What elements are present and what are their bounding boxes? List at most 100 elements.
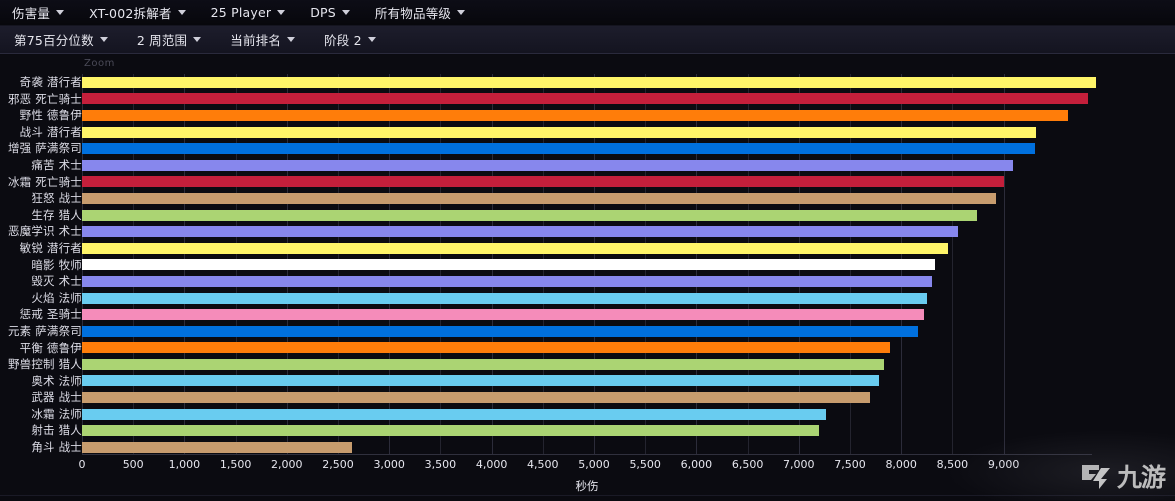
chevron-down-icon xyxy=(342,10,350,15)
bar[interactable] xyxy=(82,425,819,436)
filter-toolbar-secondary: 第75百分位数 2 周范围 当前排名 阶段 2 xyxy=(0,26,1175,54)
bar-row[interactable]: 元素 萨满祭司 xyxy=(0,323,1175,340)
x-axis-line xyxy=(82,454,1092,455)
bar[interactable] xyxy=(82,375,879,386)
x-axis-tick-label: 6,000 xyxy=(681,458,713,471)
bar-row[interactable]: 野兽控制 猎人 xyxy=(0,356,1175,373)
bar-container xyxy=(82,290,927,307)
bar-row[interactable]: 暗影 牧师 xyxy=(0,257,1175,274)
bar-container xyxy=(82,157,1013,174)
filter-secondary-item-1[interactable]: 2 周范围 xyxy=(131,28,210,51)
bar-container xyxy=(82,223,958,240)
bar-row-label: 敏锐 潜行者 xyxy=(0,240,82,257)
chevron-down-icon xyxy=(56,10,64,15)
bar[interactable] xyxy=(82,293,927,304)
bar[interactable] xyxy=(82,193,996,204)
bar[interactable] xyxy=(82,309,924,320)
bar-container xyxy=(82,406,826,423)
bar-row[interactable]: 冰霜 法师 xyxy=(0,406,1175,423)
bar[interactable] xyxy=(82,243,948,254)
bar-container xyxy=(82,389,870,406)
bar-container xyxy=(82,207,977,224)
bar[interactable] xyxy=(82,210,977,221)
bar-container xyxy=(82,174,1004,191)
x-axis-tick-label: 1,000 xyxy=(169,458,201,471)
filter-primary-item-label-3: DPS xyxy=(310,5,336,20)
bar-row[interactable]: 战斗 潜行者 xyxy=(0,124,1175,141)
bar[interactable] xyxy=(82,259,935,270)
bar[interactable] xyxy=(82,392,870,403)
bar[interactable] xyxy=(82,160,1013,171)
bar-container xyxy=(82,190,996,207)
filter-primary-item-3[interactable]: DPS xyxy=(304,3,359,22)
bar[interactable] xyxy=(82,93,1088,104)
bar[interactable] xyxy=(82,409,826,420)
bar[interactable] xyxy=(82,176,1004,187)
bar[interactable] xyxy=(82,326,918,337)
bar-row[interactable]: 痛苦 术士 xyxy=(0,157,1175,174)
bar-row[interactable]: 奥术 法师 xyxy=(0,373,1175,390)
bar-row-label: 射击 猎人 xyxy=(0,422,82,439)
filter-secondary-item-label-0: 第75百分位数 xyxy=(14,30,94,49)
bar-row[interactable]: 惩戒 圣骑士 xyxy=(0,306,1175,323)
bar-row[interactable]: 冰霜 死亡骑士 xyxy=(0,174,1175,191)
bar-row[interactable]: 邪恶 死亡骑士 xyxy=(0,91,1175,108)
bar-row[interactable]: 射击 猎人 xyxy=(0,422,1175,439)
filter-secondary-item-label-2: 当前排名 xyxy=(230,30,281,49)
x-axis-title: 秒伤 xyxy=(576,478,599,494)
bar[interactable] xyxy=(82,442,352,453)
bar-row-label: 火焰 法师 xyxy=(0,290,82,307)
filter-primary-item-4[interactable]: 所有物品等级 xyxy=(369,1,474,24)
bar-rows: 奇袭 潜行者邪恶 死亡骑士野性 德鲁伊战斗 潜行者增强 萨满祭司痛苦 术士冰霜 … xyxy=(0,74,1175,456)
bar[interactable] xyxy=(82,359,884,370)
bar-row[interactable]: 恶魔学识 术士 xyxy=(0,223,1175,240)
x-axis-tick-label: 8,500 xyxy=(937,458,969,471)
bar-container xyxy=(82,107,1068,124)
bar-row-label: 武器 战士 xyxy=(0,389,82,406)
bar[interactable] xyxy=(82,143,1035,154)
bar[interactable] xyxy=(82,342,890,353)
bar-row[interactable]: 敏锐 潜行者 xyxy=(0,240,1175,257)
x-axis-tick-label: 8,000 xyxy=(885,458,917,471)
bar-row-label: 暗影 牧师 xyxy=(0,257,82,274)
filter-secondary-item-2[interactable]: 当前排名 xyxy=(224,28,304,51)
chevron-down-icon xyxy=(277,10,285,15)
bar-container xyxy=(82,373,879,390)
bar-row[interactable]: 增强 萨满祭司 xyxy=(0,140,1175,157)
filter-secondary-item-3[interactable]: 阶段 2 xyxy=(318,28,385,51)
filter-toolbar-primary: 伤害量 XT-002拆解者 25 Player DPS 所有物品等级 xyxy=(0,0,1175,26)
bar[interactable] xyxy=(82,110,1068,121)
filter-primary-item-2[interactable]: 25 Player xyxy=(205,3,295,22)
bar[interactable] xyxy=(82,276,932,287)
bar-row-label: 痛苦 术士 xyxy=(0,157,82,174)
bar[interactable] xyxy=(82,77,1096,88)
filter-primary-item-1[interactable]: XT-002拆解者 xyxy=(83,1,195,24)
bar-row-label: 惩戒 圣骑士 xyxy=(0,306,82,323)
bar-container xyxy=(82,74,1096,91)
bar[interactable] xyxy=(82,226,958,237)
filter-primary-item-0[interactable]: 伤害量 xyxy=(6,1,73,24)
bar-row-label: 奇袭 潜行者 xyxy=(0,74,82,91)
bar-row-label: 恶魔学识 术士 xyxy=(0,223,82,240)
bar-row[interactable]: 毁灭 术士 xyxy=(0,273,1175,290)
bar-row[interactable]: 野性 德鲁伊 xyxy=(0,107,1175,124)
bar-row[interactable]: 火焰 法师 xyxy=(0,290,1175,307)
bar-row-label: 毁灭 术士 xyxy=(0,273,82,290)
chevron-down-icon xyxy=(100,37,108,42)
x-axis-tick-label: 5,000 xyxy=(578,458,610,471)
bar-container xyxy=(82,273,932,290)
filter-secondary-item-0[interactable]: 第75百分位数 xyxy=(8,28,117,51)
bar-row-label: 平衡 德鲁伊 xyxy=(0,340,82,357)
bar-row[interactable]: 生存 猎人 xyxy=(0,207,1175,224)
bar-row[interactable]: 武器 战士 xyxy=(0,389,1175,406)
x-axis-tick-label: 0 xyxy=(79,458,86,471)
bar-row[interactable]: 平衡 德鲁伊 xyxy=(0,340,1175,357)
filter-primary-item-label-2: 25 Player xyxy=(211,5,272,20)
bar-container xyxy=(82,91,1088,108)
bar-row[interactable]: 奇袭 潜行者 xyxy=(0,74,1175,91)
bar-row[interactable]: 狂怒 战士 xyxy=(0,190,1175,207)
bar-row-label: 狂怒 战士 xyxy=(0,190,82,207)
bar[interactable] xyxy=(82,127,1036,138)
x-axis-tick-label: 9,000 xyxy=(988,458,1020,471)
filter-primary-item-label-0: 伤害量 xyxy=(12,3,50,22)
